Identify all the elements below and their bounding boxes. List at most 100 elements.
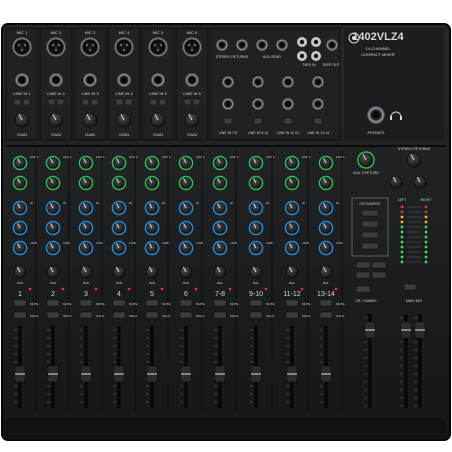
return-jack[interactable] [236,39,248,51]
phantom-button[interactable] [115,98,124,106]
balance-knob[interactable] [319,265,333,279]
gain-knob[interactable] [48,112,64,128]
mute-button[interactable] [179,299,193,307]
line-level-button[interactable] [283,117,293,125]
line-input-jack[interactable] [83,73,97,87]
eq-mid-knob[interactable] [78,220,94,236]
eq-hi-knob[interactable] [248,200,264,216]
line-input-jack[interactable] [49,73,63,87]
solo-button[interactable] [179,311,193,319]
eq-mid-knob[interactable] [318,220,334,236]
balance-knob[interactable] [249,265,263,279]
assign-button[interactable] [355,271,371,279]
cr-source-button[interactable] [361,220,379,228]
eq-hi-knob[interactable] [318,200,334,216]
aux2-knob[interactable] [212,175,228,191]
phantom-button[interactable] [81,98,90,106]
channel-fader-cap[interactable] [80,365,92,383]
eq-hi-knob[interactable] [284,200,300,216]
xlr-input[interactable] [182,37,202,57]
aux2-knob[interactable] [111,175,127,191]
gain-knob[interactable] [82,112,98,128]
eq-mid-knob[interactable] [178,220,194,236]
mute-button[interactable] [112,299,126,307]
solo-button[interactable] [79,311,93,319]
phantom-button[interactable] [47,98,56,106]
channel-fader-cap[interactable] [250,365,262,383]
line-level-button[interactable] [253,117,263,125]
eq-low-knob[interactable] [78,240,94,256]
eq-hi-knob[interactable] [111,200,127,216]
mute-button[interactable] [79,299,93,307]
line-level-button[interactable] [313,117,323,125]
aux1-knob[interactable] [111,155,127,171]
eq-mid-knob[interactable] [144,220,160,236]
main-out-jack[interactable] [326,39,338,51]
eq-mid-knob[interactable] [111,220,127,236]
line-input-jack[interactable] [185,73,199,87]
eq-hi-knob[interactable] [178,200,194,216]
aux2-knob[interactable] [78,175,94,191]
lowcut-button[interactable] [56,98,65,106]
main-fader-right-cap[interactable] [414,321,426,339]
solo-button[interactable] [13,311,27,319]
xlr-input[interactable] [80,37,100,57]
power-button[interactable] [403,283,417,291]
pan-knob[interactable] [112,265,126,279]
cr-source-button[interactable] [361,209,379,217]
mute-button[interactable] [319,299,333,307]
solo-button[interactable] [249,311,263,319]
xlr-input[interactable] [114,37,134,57]
eq-mid-knob[interactable] [284,220,300,236]
phones-jack[interactable] [367,106,385,124]
eq-low-knob[interactable] [144,240,160,256]
aux1-knob[interactable] [178,155,194,171]
eq-low-knob[interactable] [45,240,61,256]
solo-button[interactable] [145,311,159,319]
return-jack[interactable] [276,39,288,51]
stereo-line-jack-left[interactable] [252,76,264,88]
lowcut-button[interactable] [192,98,201,106]
channel-fader-cap[interactable] [214,365,226,383]
eq-hi-knob[interactable] [144,200,160,216]
eq-mid-knob[interactable] [212,220,228,236]
pan-knob[interactable] [79,265,93,279]
solo-button[interactable] [319,311,333,319]
channel-fader-cap[interactable] [146,365,158,383]
eq-low-knob[interactable] [12,240,28,256]
stereo-return-knob[interactable] [406,152,422,168]
eq-low-knob[interactable] [212,240,228,256]
aux2-knob[interactable] [248,175,264,191]
assign-button[interactable] [371,271,387,279]
assign-button[interactable] [355,261,371,269]
eq-hi-knob[interactable] [45,200,61,216]
stereo-line-jack-left[interactable] [222,76,234,88]
channel-fader-cap[interactable] [14,365,26,383]
gain-knob[interactable] [14,112,30,128]
stereo-line-jack-right[interactable] [222,98,234,110]
pan-knob[interactable] [145,265,159,279]
gain-knob[interactable] [150,112,166,128]
balance-knob[interactable] [285,265,299,279]
aux2-knob[interactable] [144,175,160,191]
eq-hi-knob[interactable] [12,200,28,216]
assign-button[interactable] [371,261,387,269]
mute-button[interactable] [145,299,159,307]
return-jack[interactable] [256,39,268,51]
pan-knob[interactable] [13,265,27,279]
stereo-line-jack-right[interactable] [282,98,294,110]
eq-mid-knob[interactable] [45,220,61,236]
aux-return-knob[interactable] [357,151,375,169]
cr-source-button[interactable] [361,231,379,239]
rca-jack[interactable] [297,51,307,61]
main-fader-left-cap[interactable] [400,321,412,339]
aux2-knob[interactable] [318,175,334,191]
mute-button[interactable] [13,299,27,307]
stereo-line-jack-left[interactable] [282,76,294,88]
balance-knob[interactable] [213,265,227,279]
assign-button[interactable] [355,285,371,293]
submix-fader-cap[interactable] [364,321,376,339]
return-jack[interactable] [216,39,228,51]
line-level-button[interactable] [223,117,233,125]
cr-source-button[interactable] [361,242,379,250]
